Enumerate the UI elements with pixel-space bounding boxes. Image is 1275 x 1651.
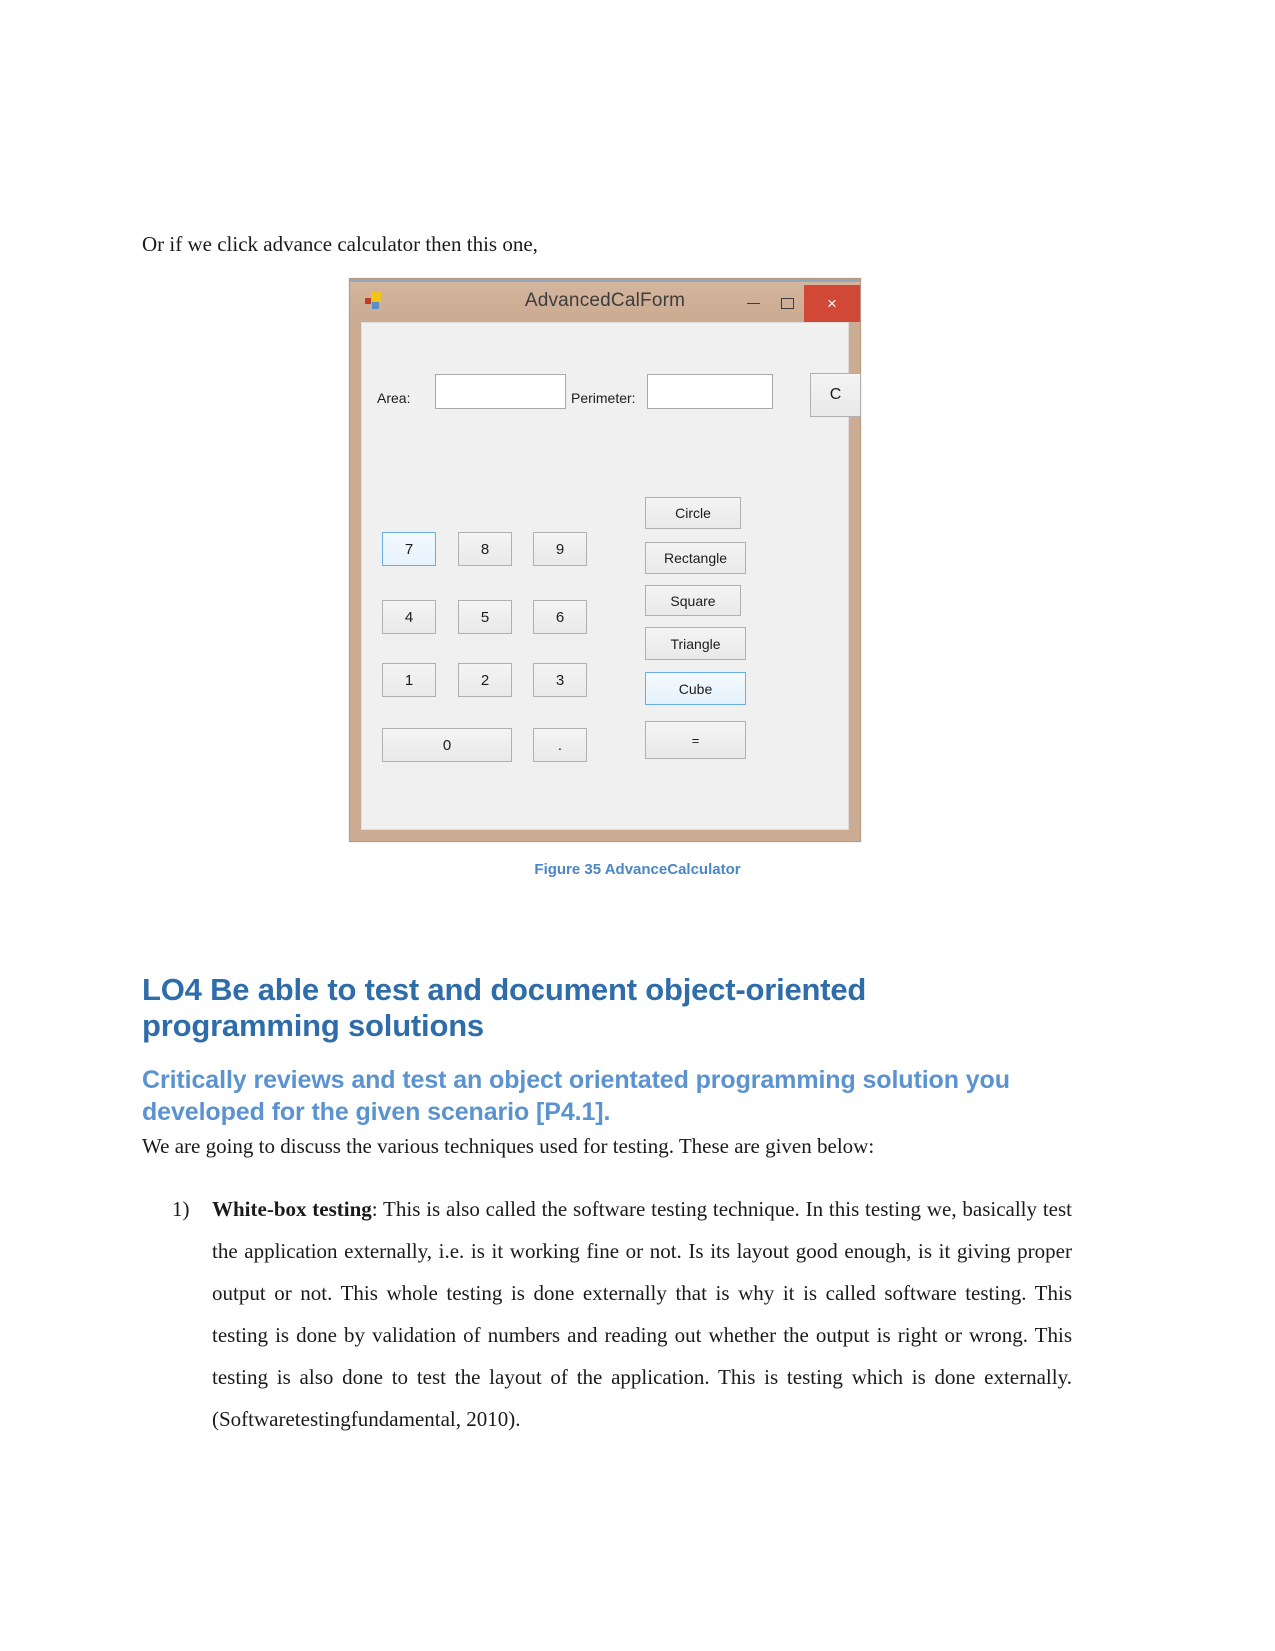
- maximize-icon[interactable]: [770, 285, 804, 322]
- equals-button[interactable]: =: [645, 721, 746, 759]
- area-label: Area:: [377, 390, 411, 406]
- intro-paragraph: Or if we click advance calculator then t…: [142, 232, 538, 256]
- shape-button-cube[interactable]: Cube: [645, 672, 746, 705]
- digit-button-5[interactable]: 5: [458, 600, 512, 634]
- digit-button-7[interactable]: 7: [382, 532, 436, 566]
- perimeter-input[interactable]: [647, 374, 773, 409]
- subsection-heading-p41: Critically reviews and test an object or…: [142, 1066, 1010, 1126]
- clear-button[interactable]: C: [810, 373, 861, 417]
- decimal-point-button[interactable]: .: [533, 728, 587, 762]
- window-controls: ×: [736, 285, 860, 322]
- digit-button-1[interactable]: 1: [382, 663, 436, 697]
- advanced-calculator-window: AdvancedCalForm × Area: Perimeter: C 7 8…: [349, 278, 861, 842]
- form-client-area: Area: Perimeter: C 7 8 9 4 5 6 1 2 3 0 .…: [361, 322, 861, 830]
- close-icon[interactable]: ×: [804, 285, 860, 322]
- digit-button-9[interactable]: 9: [533, 532, 587, 566]
- perimeter-label: Perimeter:: [571, 390, 636, 406]
- testing-techniques-list: 1) White-box testing: This is also calle…: [142, 1188, 1072, 1440]
- digit-button-2[interactable]: 2: [458, 663, 512, 697]
- list-item-text: : This is also called the software testi…: [212, 1197, 1072, 1431]
- list-marker: 1): [172, 1197, 190, 1221]
- area-input[interactable]: [435, 374, 566, 409]
- window-titlebar[interactable]: AdvancedCalForm ×: [350, 282, 860, 322]
- figure-caption: Figure 35 AdvanceCalculator: [534, 861, 741, 878]
- section-heading-lo4: LO4 Be able to test and document object-…: [142, 972, 867, 1044]
- shape-button-triangle[interactable]: Triangle: [645, 627, 746, 660]
- list-item-term: White-box testing: [212, 1197, 372, 1221]
- shape-button-circle[interactable]: Circle: [645, 497, 741, 529]
- digit-button-0[interactable]: 0: [382, 728, 512, 762]
- document-page: Or if we click advance calculator then t…: [0, 0, 1275, 1651]
- list-item: 1) White-box testing: This is also calle…: [142, 1188, 1072, 1440]
- shape-button-square[interactable]: Square: [645, 585, 741, 616]
- digit-button-4[interactable]: 4: [382, 600, 436, 634]
- shape-button-rectangle[interactable]: Rectangle: [645, 542, 746, 574]
- minimize-icon[interactable]: [736, 285, 770, 322]
- digit-button-6[interactable]: 6: [533, 600, 587, 634]
- digit-button-8[interactable]: 8: [458, 532, 512, 566]
- digit-button-3[interactable]: 3: [533, 663, 587, 697]
- body-intro-paragraph: We are going to discuss the various tech…: [142, 1134, 875, 1158]
